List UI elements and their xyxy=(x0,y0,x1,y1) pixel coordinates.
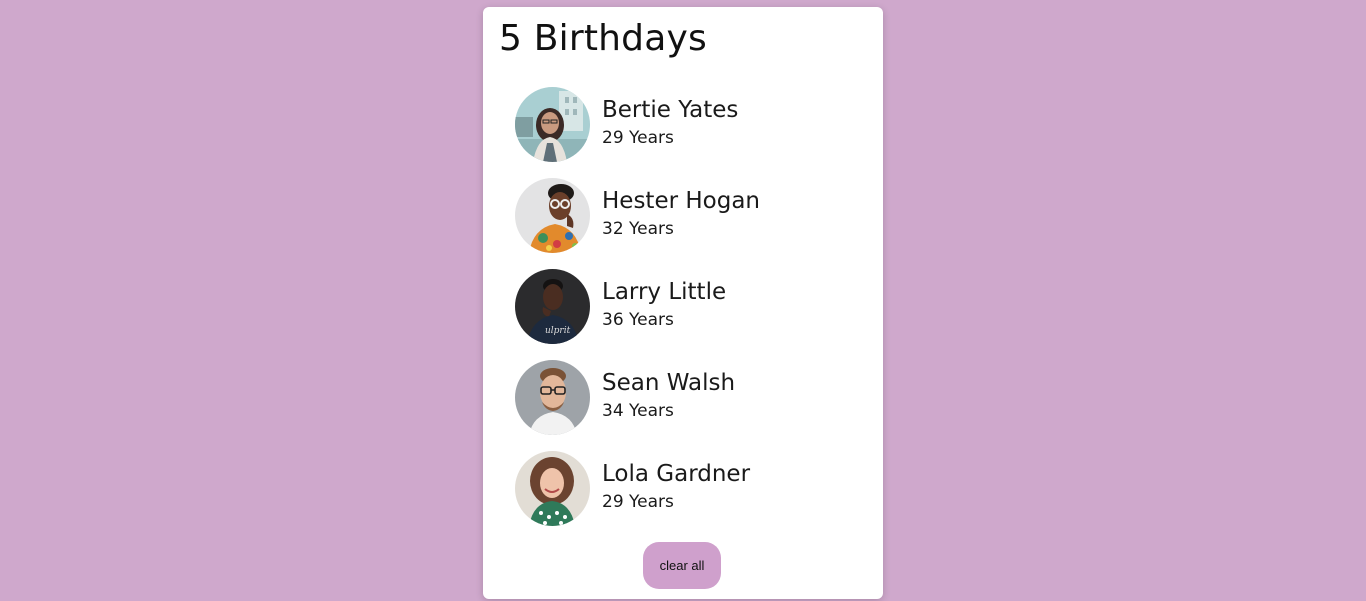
person-name: Sean Walsh xyxy=(602,370,736,396)
birthday-card: 5 Birthdays Bertie Yates 29 Years Hester… xyxy=(483,7,883,599)
person-age: 29 Years xyxy=(602,128,674,148)
avatar: ulprit xyxy=(515,269,590,344)
list-item: Sean Walsh 34 Years xyxy=(515,360,855,451)
person-age: 29 Years xyxy=(602,492,674,512)
list-item: Lola Gardner 29 Years xyxy=(515,451,855,542)
avatar xyxy=(515,360,590,435)
person-name: Hester Hogan xyxy=(602,188,761,214)
list-item: Bertie Yates 29 Years xyxy=(515,87,855,178)
page-title: 5 Birthdays xyxy=(499,18,707,59)
avatar xyxy=(515,178,590,253)
person-name: Bertie Yates xyxy=(602,97,739,123)
list-item: ulprit Larry Little 36 Years xyxy=(515,269,855,360)
person-name: Lola Gardner xyxy=(602,461,751,487)
svg-text:ulprit: ulprit xyxy=(545,326,571,336)
person-age: 36 Years xyxy=(602,310,674,330)
person-name: Larry Little xyxy=(602,279,727,305)
clear-all-button[interactable]: clear all xyxy=(643,542,721,589)
person-age: 32 Years xyxy=(602,219,674,239)
list-item: Hester Hogan 32 Years xyxy=(515,178,855,269)
person-list: Bertie Yates 29 Years Hester Hogan 32 Ye… xyxy=(515,87,855,542)
avatar xyxy=(515,87,590,162)
person-age: 34 Years xyxy=(602,401,674,421)
avatar xyxy=(515,451,590,526)
